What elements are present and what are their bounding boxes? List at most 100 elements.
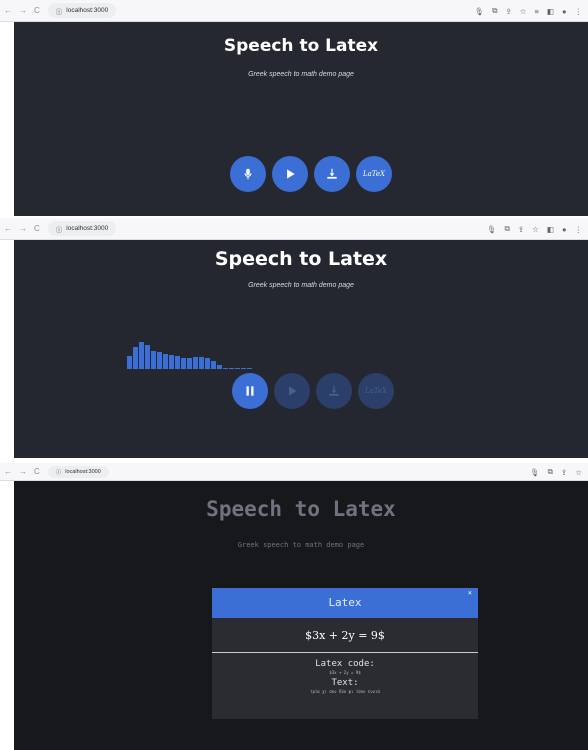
page-title: Speech to Latex [223,36,379,56]
share-icon[interactable]: ⇪ [518,225,524,234]
cast-icon[interactable]: ⧉ [504,224,509,234]
mic-status-icon[interactable]: 🎙 [530,468,540,477]
mic-status-icon[interactable]: 🎙 [475,7,485,16]
latex-button[interactable]: LaTeX [358,373,394,409]
address-bar[interactable]: ⓘ localhost:3000 [47,3,117,18]
info-icon: ⓘ [55,469,62,476]
download-button[interactable] [316,373,352,409]
browser-toolbar: ← → C ⓘ localhost:3000 🎙 ⧉ ⇪ ☆ ◧ ● ⋮ [0,218,588,240]
waveform-bar [127,356,132,369]
waveform-bar [181,358,186,369]
page-subtitle: Greek speech to math demo page [248,282,354,289]
star-icon[interactable]: ☆ [532,225,539,234]
waveform-bar [217,365,222,369]
download-icon [329,385,339,396]
download-icon [327,168,337,179]
profile-icon[interactable]: ● [562,225,567,234]
play-icon [289,386,297,396]
profile-icon[interactable]: ● [562,7,567,16]
modal-details: Latex code: $3x + 2y = 9$ Text: τρία χι … [212,653,478,694]
waveform-bar [157,352,162,369]
close-icon[interactable]: × [468,578,472,608]
waveform-bar [151,351,156,369]
cast-icon[interactable]: ⧉ [548,467,553,477]
reload-icon[interactable]: C [34,224,40,233]
screenshot-idle: ← → C ⓘ localhost:3000 🎙 ⧉ ⇪ ☆ ≡ ◧ ● ⋮ S… [0,0,588,216]
microphone-icon [244,168,252,180]
menu-icon[interactable]: ⋮ [575,225,583,234]
record-button[interactable] [230,156,266,192]
latex-code-value: $3x + 2y = 9$ [329,670,361,675]
forward-icon[interactable]: → [19,6,27,15]
app-page: Speech to Latex Greek speech to math dem… [0,481,588,750]
latex-code-label: Latex code: [315,659,375,669]
control-row: LaTeX [230,156,392,192]
play-button[interactable] [274,373,310,409]
waveform-bar [211,361,216,369]
latex-button[interactable]: LaTeX [356,156,392,192]
sidebar-icon[interactable]: ◧ [547,225,554,234]
address-text: localhost:3000 [66,225,109,232]
latex-icon: LaTeX [362,170,386,178]
app-page: Speech to Latex Greek speech to math dem… [0,240,588,458]
back-icon[interactable]: ← [4,467,12,476]
download-button[interactable] [314,156,350,192]
back-icon[interactable]: ← [4,224,12,233]
browser-toolbar: ← → C ⓘ localhost:3000 🎙 ⧉ ⇪ ☆ ≡ ◧ ● ⋮ [0,0,588,22]
waveform-bar [163,354,168,369]
page-subtitle: Greek speech to math demo page [248,71,354,78]
page-subtitle: Greek speech to math demo page [237,541,365,549]
waveform-bar [139,342,144,369]
pause-button[interactable] [232,373,268,409]
info-icon: ⓘ [55,226,63,234]
share-icon[interactable]: ⇪ [561,468,567,477]
back-icon[interactable]: ← [4,6,12,15]
latex-modal: Latex × $3x + 2y = 9$ Latex code: $3x + … [212,588,478,719]
address-bar[interactable]: ⓘ localhost:3000 [47,221,117,236]
waveform-bar [145,345,150,369]
browser-toolbar: ← → C ⓘ localhost:3000 🎙 ⧉ ⇪ ☆ [0,463,588,481]
address-text: localhost:3000 [65,468,101,475]
waveform-bar [187,358,192,369]
reload-icon[interactable]: C [34,467,40,476]
info-icon: ⓘ [55,8,63,16]
address-bar[interactable]: ⓘ localhost:3000 [47,465,109,478]
star-icon[interactable]: ☆ [520,7,527,16]
text-value: τρία χι συν δύο ψι ίσον εννιά [310,689,380,694]
play-icon [287,169,295,179]
mic-status-icon[interactable]: 🎙 [487,225,497,234]
forward-icon[interactable]: → [19,467,27,476]
playlist-icon[interactable]: ≡ [534,7,538,16]
page-title: Speech to Latex [214,248,388,270]
sidebar-icon[interactable]: ◧ [547,7,554,16]
pause-icon [246,386,254,396]
reload-icon[interactable]: C [34,6,40,15]
screenshot-recording: ← → C ⓘ localhost:3000 🎙 ⧉ ⇪ ☆ ◧ ● ⋮ Spe… [0,218,588,458]
forward-icon[interactable]: → [19,224,27,233]
waveform-bar [199,357,204,369]
waveform-bar [205,358,210,369]
waveform-bar [223,368,228,369]
menu-icon[interactable]: ⋮ [575,7,583,16]
latex-icon: LaTeX [364,387,388,395]
waveform-bar [235,368,240,369]
share-icon[interactable]: ⇪ [505,7,511,16]
cast-icon[interactable]: ⧉ [492,6,497,16]
star-icon[interactable]: ☆ [575,468,582,477]
waveform-bar [169,355,174,369]
address-text: localhost:3000 [66,7,109,14]
audio-waveform [127,341,252,369]
modal-header: Latex × [212,588,478,618]
waveform-bar [247,368,252,369]
play-button[interactable] [272,156,308,192]
page-title: Speech to Latex [206,497,396,521]
waveform-bar [241,368,246,369]
latex-result: $3x + 2y = 9$ [212,618,478,653]
app-page: Speech to Latex Greek speech to math dem… [0,22,588,216]
control-row: LaTeX [232,373,394,409]
waveform-bar [133,347,138,369]
waveform-bar [175,356,180,369]
screenshot-result: ← → C ⓘ localhost:3000 🎙 ⧉ ⇪ ☆ Speech to… [0,463,588,750]
waveform-bar [229,368,234,369]
waveform-bar [193,357,198,369]
